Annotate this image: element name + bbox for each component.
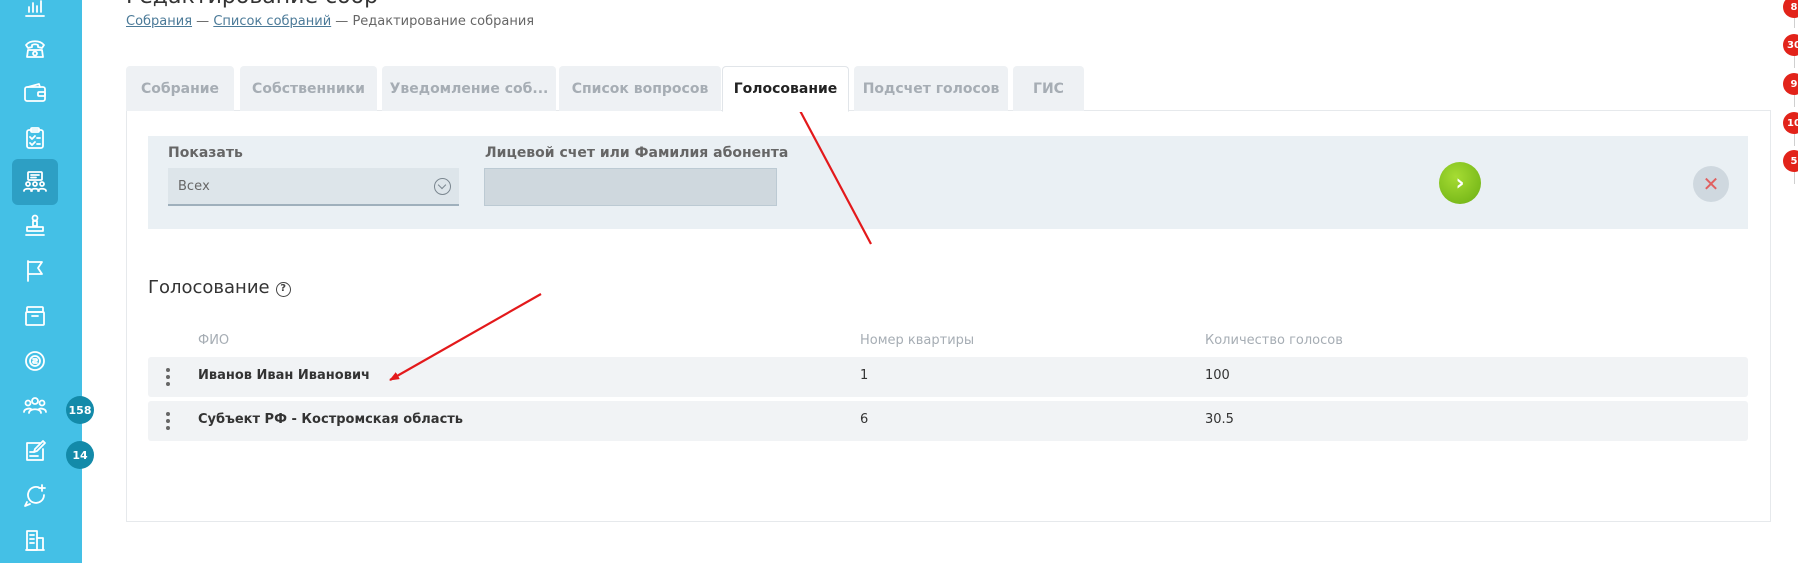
badge-connector <box>1794 56 1795 68</box>
archive-icon[interactable] <box>12 293 58 339</box>
cell-name: Иванов Иван Иванович <box>198 368 370 383</box>
badge-connector <box>1794 172 1795 184</box>
people-badge: 158 <box>66 396 94 424</box>
people-icon[interactable] <box>12 383 58 429</box>
coin-icon[interactable] <box>12 338 58 384</box>
cell-votes: 100 <box>1205 368 1230 383</box>
tab-vote-count[interactable]: Подсчет голосов <box>854 66 1008 111</box>
show-label: Показать <box>168 145 243 161</box>
meeting-users-icon[interactable] <box>12 159 58 205</box>
edit-note-badge: 14 <box>66 441 94 469</box>
breadcrumb-meetings[interactable]: Собрания <box>126 14 192 29</box>
stamp-icon[interactable] <box>12 203 58 249</box>
breadcrumb-current: Редактирование собрания <box>352 14 535 29</box>
badge-connector <box>1794 95 1795 107</box>
clear-filter-button[interactable]: ✕ <box>1693 166 1729 202</box>
close-icon: ✕ <box>1702 172 1720 196</box>
cell-apartment: 6 <box>860 412 869 427</box>
column-header-name[interactable]: ФИО <box>198 333 229 348</box>
chevron-down-icon <box>434 178 451 195</box>
show-select[interactable]: Всех <box>168 168 459 206</box>
column-header-votes[interactable]: Количество голосов <box>1205 333 1343 348</box>
tab-voting[interactable]: Голосование <box>722 66 849 112</box>
sidebar: 158 14 <box>0 0 94 563</box>
tab-meeting[interactable]: Собрание <box>126 66 234 111</box>
tab-gis[interactable]: ГИС <box>1013 66 1084 111</box>
search-go-button[interactable]: › <box>1439 162 1481 204</box>
chevron-right-icon: › <box>1455 170 1465 196</box>
breadcrumb-separator: — <box>331 14 353 29</box>
badge-connector <box>1794 18 1795 28</box>
tab-notification[interactable]: Уведомление соб... <box>382 66 556 111</box>
search-label: Лицевой счет или Фамилия абонента <box>485 145 789 161</box>
breadcrumb: Собрания — Список собраний — Редактирова… <box>126 14 534 29</box>
tab-owners[interactable]: Собственники <box>240 66 377 111</box>
chat-plus-icon[interactable] <box>12 473 58 519</box>
notification-badge[interactable]: 9 <box>1783 73 1798 95</box>
edit-note-icon[interactable] <box>12 428 58 474</box>
notification-badge[interactable]: 10 <box>1783 112 1798 134</box>
breadcrumb-separator: — <box>192 14 214 29</box>
page-title: Редактирование собр <box>126 0 378 9</box>
phone-icon[interactable] <box>12 26 58 72</box>
notification-badge[interactable]: 30 <box>1783 34 1798 56</box>
flag-icon[interactable] <box>12 248 58 294</box>
cell-votes: 30.5 <box>1205 412 1234 427</box>
building-icon[interactable] <box>12 518 58 563</box>
kebab-menu-icon[interactable] <box>166 368 170 386</box>
help-icon[interactable]: ? <box>275 282 291 297</box>
notification-badge[interactable]: 5 <box>1783 150 1798 172</box>
wallet-icon[interactable] <box>12 70 58 116</box>
tab-questions[interactable]: Список вопросов <box>559 66 721 111</box>
section-title: Голосование? <box>148 277 291 298</box>
kebab-menu-icon[interactable] <box>166 412 170 430</box>
column-header-apartment[interactable]: Номер квартиры <box>860 333 974 348</box>
table-row[interactable]: Субъект РФ - Костромская область 6 30.5 <box>148 401 1748 441</box>
table-row[interactable]: Иванов Иван Иванович 1 100 <box>148 357 1748 397</box>
badge-connector <box>1794 134 1795 146</box>
cell-apartment: 1 <box>860 368 869 383</box>
clipboard-check-icon[interactable] <box>12 115 58 161</box>
notification-badge[interactable]: 8 <box>1783 0 1798 18</box>
cell-name: Субъект РФ - Костромская область <box>198 412 464 427</box>
section-title-text: Голосование <box>148 277 270 298</box>
account-search-input[interactable] <box>484 168 777 206</box>
show-select-value: Всех <box>178 178 210 194</box>
breadcrumb-meeting-list[interactable]: Список собраний <box>213 14 331 29</box>
